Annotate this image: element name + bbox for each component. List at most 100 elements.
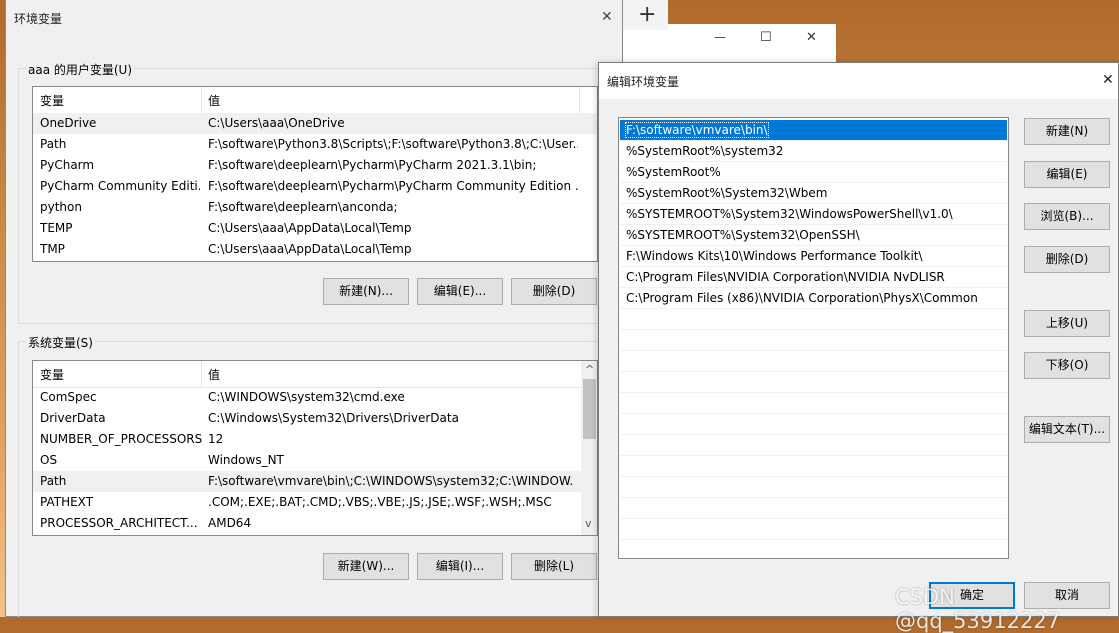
list-item[interactable]: %SystemRoot% (620, 162, 1007, 183)
row-value: C:\Users\aaa\AppData\Local\Temp (208, 221, 412, 235)
list-item[interactable]: %SystemRoot%\system32 (620, 141, 1007, 162)
empty-row[interactable] (620, 393, 1007, 414)
plus-icon[interactable]: + (638, 2, 656, 27)
empty-row[interactable] (620, 351, 1007, 372)
new-entry-button[interactable]: 新建(N) (1024, 118, 1110, 145)
row-value: C:\Users\aaa\AppData\Local\Temp (208, 242, 412, 256)
table-row[interactable]: Path F:\software\vmvare\bin\;C:\WINDOWS\… (33, 471, 597, 492)
row-value: 12 (208, 432, 224, 446)
table-row[interactable]: TEMP C:\Users\aaa\AppData\Local\Temp (33, 218, 597, 239)
edit-env-variable-dialog: 编辑环境变量 ✕ F:\software\vmvare\bin\ %System… (598, 62, 1119, 617)
list-item[interactable]: F:\Windows Kits\10\Windows Performance T… (620, 246, 1007, 267)
system-variables-list[interactable]: 变量 值 ComSpec C:\WINDOWS\system32\cmd.exe… (32, 360, 598, 536)
table-row[interactable]: PATHEXT .COM;.EXE;.BAT;.CMD;.VBS;.VBE;.J… (33, 492, 597, 513)
row-value: C:\Users\aaa\OneDrive (208, 116, 345, 130)
close-icon[interactable]: ✕ (1102, 72, 1114, 88)
row-name: python (40, 200, 82, 214)
empty-row[interactable] (620, 414, 1007, 435)
list-item[interactable]: C:\Program Files (x86)\NVIDIA Corporatio… (620, 288, 1007, 309)
row-name: TEMP (40, 221, 73, 235)
user-variables-list[interactable]: 变量 值 OneDrive C:\Users\aaa\OneDrive Path… (32, 86, 598, 262)
row-name: PyCharm Community Editi... (40, 179, 200, 193)
move-up-button[interactable]: 上移(U) (1024, 310, 1110, 337)
row-name: OS (40, 453, 58, 467)
empty-row[interactable] (620, 309, 1007, 330)
table-row[interactable]: Path F:\software\Python3.8\Scripts\;F:\s… (33, 134, 597, 155)
row-value: .COM;.EXE;.BAT;.CMD;.VBS;.VBE;.JS;.JSE;.… (208, 495, 552, 509)
empty-row[interactable] (620, 372, 1007, 393)
row-name: PyCharm (40, 158, 95, 172)
browse-button[interactable]: 浏览(B)... (1024, 203, 1110, 230)
system-list-scrollbar[interactable]: ^ v (581, 361, 597, 535)
entry-text: %SystemRoot%\system32 (626, 144, 784, 158)
list-item[interactable]: F:\software\vmvare\bin\ (620, 120, 1007, 141)
system-edit-button[interactable]: 编辑(I)... (417, 553, 503, 580)
table-row[interactable]: OS Windows_NT (33, 450, 597, 471)
column-header-value[interactable]: 值 (208, 92, 220, 109)
empty-row[interactable] (620, 435, 1007, 456)
column-header-variable[interactable]: 变量 (40, 366, 64, 383)
delete-entry-button[interactable]: 删除(D) (1024, 246, 1110, 273)
column-header-value[interactable]: 值 (208, 366, 220, 383)
system-delete-button[interactable]: 删除(L) (511, 553, 597, 580)
close-icon[interactable]: ✕ (806, 30, 817, 45)
scroll-down-icon[interactable]: v (585, 517, 592, 530)
system-new-button[interactable]: 新建(W)... (323, 553, 409, 580)
system-group-label: 系统变量(S) (26, 334, 95, 351)
dialog-title: 编辑环境变量 (607, 75, 680, 89)
row-name: PATHEXT (40, 495, 94, 509)
watermark: CSDN @qq_53912227 (895, 585, 1061, 633)
row-value: Windows_NT (208, 453, 284, 467)
table-row[interactable]: PyCharm Community Editi... F:\software\d… (33, 176, 597, 197)
user-edit-button[interactable]: 编辑(E)... (417, 278, 503, 305)
user-delete-button[interactable]: 删除(D) (511, 278, 597, 305)
table-row[interactable]: PROCESSOR_ARCHITECT... AMD64 (33, 513, 597, 534)
entry-text: F:\Windows Kits\10\Windows Performance T… (626, 249, 923, 263)
row-name: Path (40, 137, 67, 151)
entry-text: %SystemRoot% (626, 165, 721, 179)
list-header: 变量 值 (33, 361, 597, 388)
maximize-icon[interactable]: ☐ (760, 30, 772, 45)
user-new-button[interactable]: 新建(N)... (323, 278, 409, 305)
edit-text-button[interactable]: 编辑文本(T)... (1024, 416, 1110, 443)
table-row[interactable]: TMP C:\Users\aaa\AppData\Local\Temp (33, 239, 597, 260)
entry-text: F:\software\vmvare\bin\ (625, 122, 769, 138)
list-item[interactable]: %SYSTEMROOT%\System32\WindowsPowerShell\… (620, 204, 1007, 225)
table-row[interactable]: NUMBER_OF_PROCESSORS 12 (33, 429, 597, 450)
entry-text: %SYSTEMROOT%\System32\OpenSSH\ (626, 228, 860, 242)
list-header: 变量 值 (33, 87, 597, 114)
empty-row[interactable] (620, 330, 1007, 351)
table-row[interactable]: PyCharm F:\software\deeplearn\Pycharm\Py… (33, 155, 597, 176)
path-entries-list[interactable]: F:\software\vmvare\bin\ %SystemRoot%\sys… (618, 117, 1009, 559)
table-row[interactable]: python F:\software\deeplearn\anconda; (33, 197, 597, 218)
list-item[interactable]: %SYSTEMROOT%\System32\OpenSSH\ (620, 225, 1007, 246)
move-down-button[interactable]: 下移(O) (1024, 352, 1110, 379)
edit-entry-button[interactable]: 编辑(E) (1024, 161, 1110, 188)
table-row[interactable]: OneDrive C:\Users\aaa\OneDrive (33, 113, 597, 134)
entry-text: C:\Program Files\NVIDIA Corporation\NVID… (626, 270, 945, 284)
scroll-thumb[interactable] (583, 379, 596, 439)
column-header-variable[interactable]: 变量 (40, 92, 64, 109)
entry-text: %SystemRoot%\System32\Wbem (626, 186, 828, 200)
minimize-icon[interactable]: — (714, 30, 726, 44)
user-group-label: aaa 的用户变量(U) (26, 61, 135, 78)
close-icon[interactable]: ✕ (601, 9, 613, 25)
row-value: C:\Windows\System32\Drivers\DriverData (208, 411, 459, 425)
row-value: C:\WINDOWS\system32\cmd.exe (208, 390, 405, 404)
empty-row[interactable] (620, 519, 1007, 540)
dialog-title: 环境变量 (14, 12, 63, 26)
env-variables-dialog: 环境变量 ✕ aaa 的用户变量(U) 变量 值 OneDrive C:\Use… (5, 0, 623, 617)
entry-text: C:\Program Files (x86)\NVIDIA Corporatio… (626, 291, 978, 305)
row-value: F:\software\deeplearn\Pycharm\PyCharm Co… (208, 179, 578, 193)
row-name: DriverData (40, 411, 106, 425)
row-name: TMP (40, 242, 65, 256)
list-item[interactable]: C:\Program Files\NVIDIA Corporation\NVID… (620, 267, 1007, 288)
empty-row[interactable] (620, 456, 1007, 477)
scroll-up-icon[interactable]: ^ (585, 363, 594, 376)
empty-row[interactable] (620, 477, 1007, 498)
empty-row[interactable] (620, 498, 1007, 519)
table-row[interactable]: DriverData C:\Windows\System32\Drivers\D… (33, 408, 597, 429)
list-item[interactable]: %SystemRoot%\System32\Wbem (620, 183, 1007, 204)
row-value: AMD64 (208, 516, 252, 530)
table-row[interactable]: ComSpec C:\WINDOWS\system32\cmd.exe (33, 387, 597, 408)
